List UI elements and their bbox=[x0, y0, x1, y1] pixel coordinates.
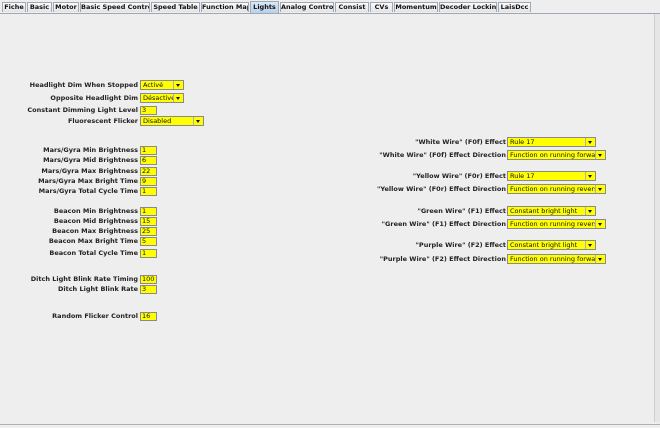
ditch-timing-label: Ditch Light Blink Rate Timing bbox=[30, 275, 138, 283]
white-wire-effect-select[interactable]: Rule 17 bbox=[507, 137, 596, 147]
yellow-wire-effect-label: "Yellow Wire" (F0r) Effect bbox=[412, 172, 506, 180]
tab-speed-table[interactable]: Speed Table bbox=[151, 2, 200, 12]
mars-max-field[interactable]: 22 bbox=[140, 167, 157, 176]
chevron-down-icon[interactable] bbox=[595, 185, 605, 193]
random-flicker-label: Random Flicker Control bbox=[52, 312, 138, 320]
headlight-dim-label: Headlight Dim When Stopped bbox=[29, 81, 138, 89]
chevron-down-icon[interactable] bbox=[585, 138, 595, 146]
tab-lights[interactable]: Lights bbox=[250, 1, 279, 13]
opposite-headlight-select[interactable]: Désactivé bbox=[140, 93, 184, 103]
headlight-dim-select[interactable]: Activé bbox=[140, 80, 184, 90]
tab-consist[interactable]: Consist bbox=[335, 2, 369, 12]
beacon-mid-field[interactable]: 15 bbox=[140, 217, 157, 226]
tab-cvs[interactable]: CVs bbox=[370, 2, 393, 12]
yellow-wire-direction-select[interactable]: Function on running reverse bbox=[507, 184, 606, 194]
mars-max-label: Mars/Gyra Max Brightness bbox=[41, 167, 138, 175]
green-wire-effect-select[interactable]: Constant bright light bbox=[507, 206, 596, 216]
beacon-min-label: Beacon Min Brightness bbox=[53, 207, 138, 215]
chevron-down-icon[interactable] bbox=[193, 117, 203, 125]
vertical-scrollbar[interactable] bbox=[654, 14, 660, 422]
tab-function-map[interactable]: Function Map bbox=[201, 2, 249, 12]
tab-laisdcc[interactable]: LaisDcc bbox=[498, 2, 531, 12]
bottom-divider bbox=[0, 424, 660, 425]
purple-wire-effect-label: "Purple Wire" (F2) Effect bbox=[415, 241, 506, 249]
random-flicker-field[interactable]: 16 bbox=[140, 312, 157, 321]
chevron-down-icon[interactable] bbox=[585, 207, 595, 215]
tab-decoder-locking[interactable]: Decoder Locking bbox=[439, 2, 497, 12]
beacon-bright-time-label: Beacon Max Bright Time bbox=[48, 237, 138, 245]
white-wire-effect-label: "White Wire" (F0f) Effect bbox=[415, 138, 506, 146]
chevron-down-icon[interactable] bbox=[595, 255, 605, 263]
purple-wire-direction-select[interactable]: Function on running forward bbox=[507, 254, 606, 264]
tab-basic[interactable]: Basic bbox=[27, 2, 52, 12]
fluorescent-select[interactable]: Disabled bbox=[140, 116, 204, 126]
beacon-mid-label: Beacon Mid Brightness bbox=[53, 217, 138, 225]
beacon-max-field[interactable]: 25 bbox=[140, 227, 157, 236]
yellow-wire-effect-select[interactable]: Rule 17 bbox=[507, 171, 596, 181]
white-wire-direction-label: "White Wire" (F0f) Effect Direction bbox=[379, 151, 506, 159]
ditch-timing-field[interactable]: 100 bbox=[140, 275, 157, 284]
yellow-wire-direction-label: "Yellow Wire" (F0r) Effect Direction bbox=[377, 185, 506, 193]
mars-cycle-label: Mars/Gyra Total Cycle Time bbox=[38, 187, 138, 195]
chevron-down-icon[interactable] bbox=[595, 151, 605, 159]
beacon-bright-time-field[interactable]: 5 bbox=[140, 237, 157, 246]
chevron-down-icon[interactable] bbox=[585, 241, 595, 249]
chevron-down-icon[interactable] bbox=[173, 94, 183, 102]
mars-bright-time-label: Mars/Gyra Max Bright Time bbox=[38, 177, 138, 185]
tab-analog-controls[interactable]: Analog Controls bbox=[280, 2, 334, 12]
mars-bright-time-field[interactable]: 9 bbox=[140, 177, 157, 186]
constant-dimming-label: Constant Dimming Light Level bbox=[27, 106, 138, 114]
tab-bar: Fiche Basic Motor Basic Speed Control Sp… bbox=[0, 0, 660, 14]
constant-dimming-field[interactable]: 3 bbox=[140, 106, 157, 115]
tab-basic-speed-control[interactable]: Basic Speed Control bbox=[80, 2, 150, 12]
fluorescent-label: Fluorescent Flicker bbox=[67, 117, 138, 125]
tab-motor[interactable]: Motor bbox=[53, 2, 79, 12]
mars-min-label: Mars/Gyra Min Brightness bbox=[43, 146, 138, 154]
tab-fiche[interactable]: Fiche bbox=[2, 2, 26, 12]
chevron-down-icon[interactable] bbox=[173, 81, 183, 89]
ditch-rate-field[interactable]: 3 bbox=[140, 285, 157, 294]
purple-wire-effect-select[interactable]: Constant bright light bbox=[507, 240, 596, 250]
white-wire-direction-select[interactable]: Function on running forward bbox=[507, 150, 606, 160]
purple-wire-direction-label: "Purple Wire" (F2) Effect Direction bbox=[379, 255, 506, 263]
green-wire-direction-select[interactable]: Function on running reverse bbox=[507, 219, 606, 229]
beacon-cycle-label: Beacon Total Cycle Time bbox=[49, 249, 138, 257]
beacon-max-label: Beacon Max Brightness bbox=[52, 227, 138, 235]
mars-mid-field[interactable]: 6 bbox=[140, 156, 157, 165]
chevron-down-icon[interactable] bbox=[595, 220, 605, 228]
green-wire-effect-label: "Green Wire" (F1) Effect bbox=[417, 207, 506, 215]
ditch-rate-label: Ditch Light Blink Rate bbox=[57, 285, 138, 293]
beacon-cycle-field[interactable]: 1 bbox=[140, 249, 157, 258]
beacon-min-field[interactable]: 1 bbox=[140, 207, 157, 216]
mars-cycle-field[interactable]: 1 bbox=[140, 187, 157, 196]
green-wire-direction-label: "Green Wire" (F1) Effect Direction bbox=[381, 220, 506, 228]
mars-min-field[interactable]: 1 bbox=[140, 146, 157, 155]
opposite-headlight-label: Opposite Headlight Dim bbox=[50, 94, 138, 102]
tab-momentum[interactable]: Momentum bbox=[394, 2, 438, 12]
chevron-down-icon[interactable] bbox=[585, 172, 595, 180]
mars-mid-label: Mars/Gyra Mid Brightness bbox=[43, 156, 138, 164]
